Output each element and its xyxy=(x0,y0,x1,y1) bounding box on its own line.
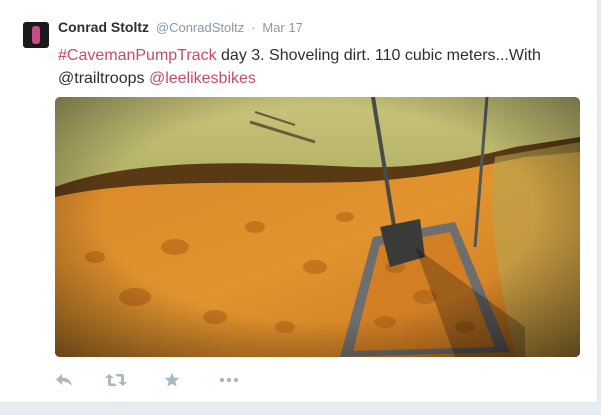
author-handle[interactable]: @ConradStoltz xyxy=(156,20,244,35)
favorite-star-icon xyxy=(164,372,180,387)
timestamp[interactable]: Mar 17 xyxy=(262,20,302,35)
mention-trailtroops[interactable]: @trailtroops xyxy=(58,70,145,87)
reply-button[interactable] xyxy=(52,370,76,390)
reply-icon xyxy=(56,374,72,386)
tweet-header: Conrad Stoltz @ConradStoltz · Mar 17 xyxy=(58,19,303,35)
tweet-body-text: day 3. Shoveling dirt. 110 cubic meters.… xyxy=(216,47,541,64)
header-separator: · xyxy=(251,20,256,35)
tweet-card[interactable]: Conrad Stoltz @ConradStoltz · Mar 17 #Ca… xyxy=(0,0,598,403)
author-name[interactable]: Conrad Stoltz xyxy=(58,19,149,35)
more-button[interactable] xyxy=(217,370,241,390)
hashtag-link[interactable]: #CavemanPumpTrack xyxy=(58,47,217,64)
tweet-text: #CavemanPumpTrack day 3. Shoveling dirt.… xyxy=(58,44,578,90)
more-dots-icon xyxy=(219,377,239,383)
tweet-photo[interactable] xyxy=(55,97,580,357)
retweet-icon xyxy=(105,374,127,386)
mention-leelikesbikes[interactable]: @leelikesbikes xyxy=(149,70,256,87)
favorite-button[interactable] xyxy=(160,370,184,390)
retweet-button[interactable] xyxy=(104,370,128,390)
avatar[interactable] xyxy=(23,22,49,48)
avatar-figure xyxy=(32,26,40,44)
photo-dirt-wheelbarrow xyxy=(55,97,580,357)
